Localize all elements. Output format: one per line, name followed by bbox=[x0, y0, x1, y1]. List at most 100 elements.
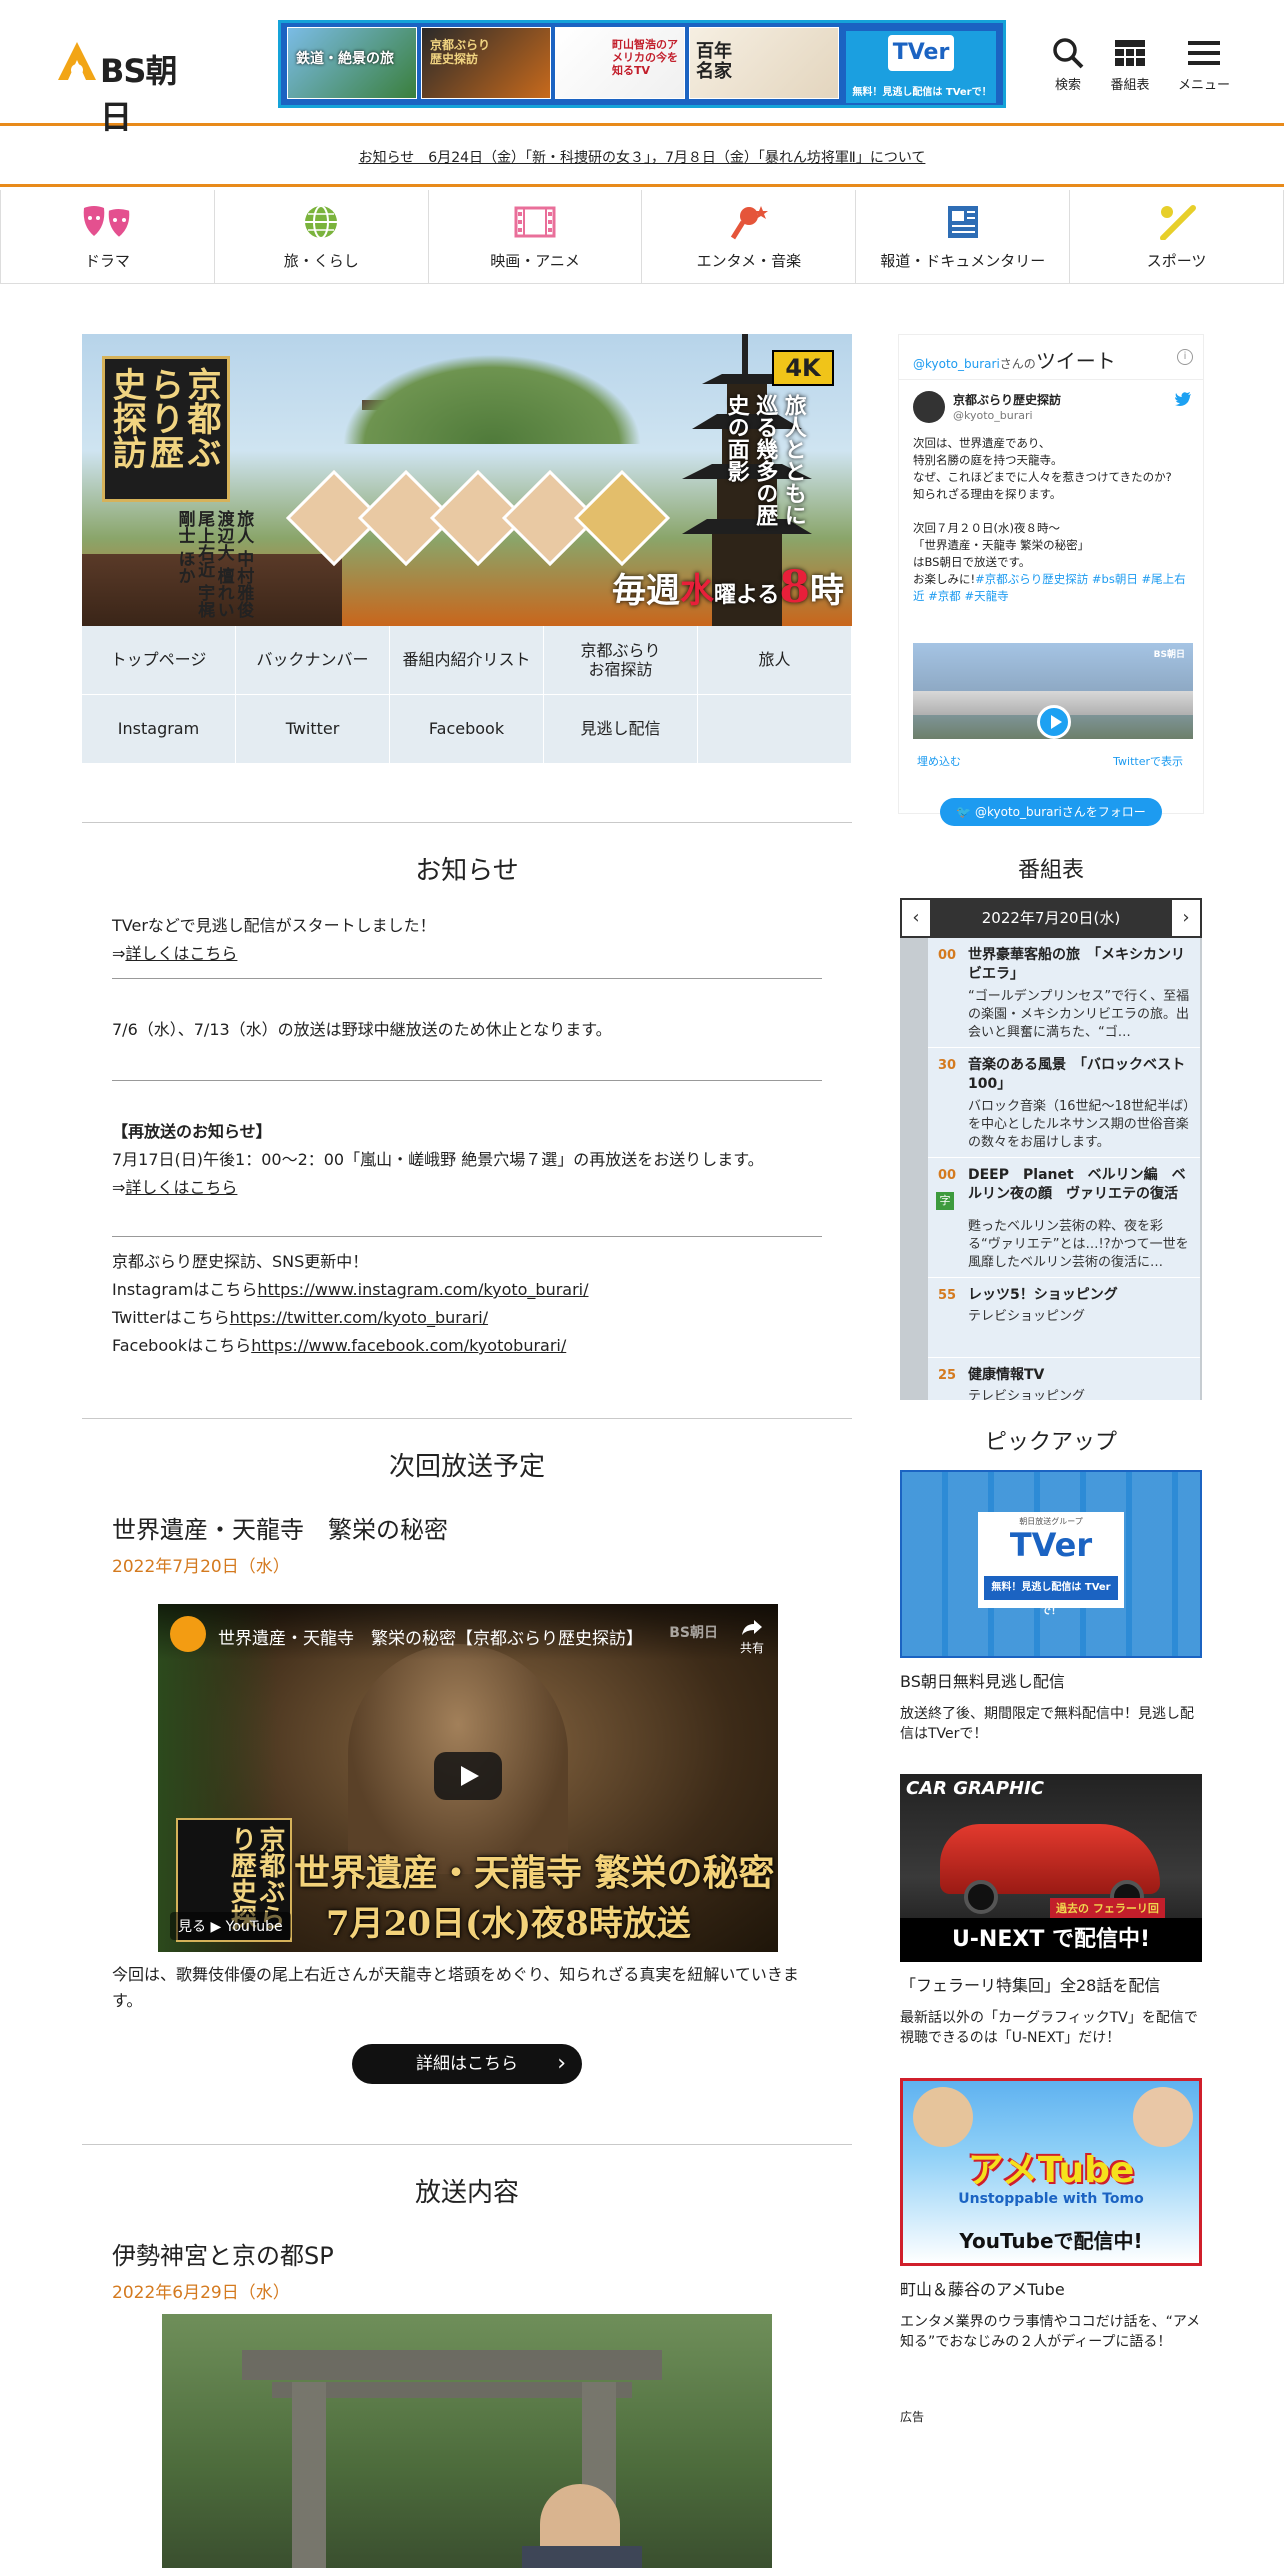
tweet-line: 次回は、世界遺産であり、 bbox=[913, 436, 1051, 450]
schedule-button[interactable]: 番組表 bbox=[1098, 36, 1162, 96]
torii-post bbox=[292, 2382, 326, 2568]
schedule-widget: ‹ 2022年7月20日(水) › 00 世界豪華客船の旅 「メキシカンリビエラ… bbox=[900, 898, 1202, 1400]
schedule-minute: 55 bbox=[938, 1288, 957, 1303]
category-drama[interactable]: ドラマ bbox=[0, 190, 215, 283]
menu-twitter[interactable]: Twitter bbox=[236, 695, 390, 764]
menu-catch-up[interactable]: 見逃し配信 bbox=[544, 695, 698, 764]
menu-back-number[interactable]: バックナンバー bbox=[236, 626, 390, 695]
section-divider bbox=[82, 2144, 852, 2145]
video-title[interactable]: 世界遺産・天龍寺 繁栄の秘密【京都ぶらり歴史探訪】 bbox=[218, 1624, 643, 1649]
top-banner-ad[interactable]: 鉄道・絶景の旅 京都ぶらり歴史探訪 町山智浩のアメリカの今を知るTV 百年名家 … bbox=[278, 20, 1006, 108]
schedule-next-button[interactable]: › bbox=[1172, 900, 1200, 936]
tweet-body: 次回は、世界遺産であり、 特別名勝の庭を持つ天龍寺。 なぜ、これほどまでに人々を… bbox=[913, 435, 1197, 605]
news-text: TVerなどで見逃し配信がスタートしました！ bbox=[112, 916, 436, 935]
banner-thumb-label: 鉄道・絶景の旅 bbox=[296, 51, 394, 67]
next-section-title: 次回放送予定 bbox=[388, 1452, 545, 1482]
banner-thumb-america: 町山智浩のアメリカの今を知るTV bbox=[555, 27, 685, 99]
share-button[interactable]: 共有 bbox=[740, 1618, 764, 1656]
pickup-description: 最新話以外の「カーグラフィックTV」を配信で視聴できるのは「U-NEXT」だけ！ bbox=[900, 2010, 1198, 2046]
tweet-author-name[interactable]: 京都ぶらり歴史探訪 bbox=[953, 391, 1061, 408]
logo-mark-icon bbox=[58, 42, 96, 80]
menu-label: メニュー bbox=[1177, 78, 1230, 93]
next-program-description: 今回は、歌舞伎俳優の尾上右近さんが天龍寺と塔頭をめぐり、知られざる真実を紐解いて… bbox=[112, 1965, 799, 2010]
youtube-video-player[interactable]: 世界遺産・天龍寺 繁栄の秘密【京都ぶらり歴史探訪】 共有 BS朝日 京都ぶらり歴… bbox=[158, 1604, 778, 1952]
schedule-prev-button[interactable]: ‹ bbox=[902, 900, 930, 936]
banner-tver: TVer 無料！見逃し配信は TVerで！ bbox=[846, 31, 996, 103]
info-icon[interactable]: i bbox=[1177, 349, 1193, 365]
airtime-prefix: 毎週 bbox=[612, 571, 681, 611]
schedule-item[interactable]: 55 レッツ5！ショッピング テレビショッピング bbox=[928, 1278, 1200, 1358]
news-item: 【再放送のお知らせ】 7月17日(日)午後1：00～2：00「嵐山・嵯峨野 絶景… bbox=[112, 1118, 822, 1202]
pickup-tver-image[interactable]: 朝日放送グループ TVer 無料！見逃し配信は TVerで！ bbox=[900, 1470, 1202, 1658]
broadcast-photo bbox=[162, 2314, 772, 2568]
details-button[interactable]: 詳細はこちら bbox=[352, 2044, 582, 2084]
unext-banner-text: U-NEXT で配信中! bbox=[900, 1918, 1202, 1962]
schedule-item[interactable]: 30 音楽のある風景 「バロックベスト100」 バロック音楽（16世紀～18世紀… bbox=[928, 1048, 1200, 1158]
watch-on-youtube-button[interactable]: 見る ▶ YouTube bbox=[170, 1912, 291, 1940]
pickup-caption[interactable]: 町山＆藤谷のアメTube bbox=[900, 2276, 1202, 2300]
banner-thumb-label: 百年名家 bbox=[696, 41, 732, 82]
host-face bbox=[1133, 2087, 1193, 2147]
twitter-link[interactable]: https://twitter.com/kyoto_burari/ bbox=[230, 1308, 488, 1327]
category-entertainment-music[interactable]: エンタメ・音楽 bbox=[642, 190, 857, 283]
hero-mountains bbox=[342, 354, 642, 444]
next-program-date: 2022年7月20日（水） bbox=[112, 1557, 290, 1577]
schedule-program-desc: “ゴールデンプリンセス”で行く、至福の楽園・メキシカンリビエラの旅。出会いと興奮… bbox=[968, 989, 1190, 1040]
bs-asahi-logo[interactable]: BS朝日 bbox=[56, 40, 206, 136]
menu-button[interactable]: メニュー bbox=[1172, 36, 1236, 96]
category-sports[interactable]: スポーツ bbox=[1070, 190, 1284, 283]
tweet-author-handle[interactable]: @kyoto_burari bbox=[953, 409, 1033, 422]
tweet-line: はBS朝日で放送です。 bbox=[913, 555, 1031, 569]
tweet-avatar[interactable] bbox=[913, 391, 945, 423]
news-detail-link[interactable]: 詳しくはこちら bbox=[125, 1178, 237, 1197]
embed-link[interactable]: 埋め込む bbox=[917, 753, 961, 769]
instagram-link[interactable]: https://www.instagram.com/kyoto_burari/ bbox=[257, 1280, 588, 1299]
notice-link[interactable]: お知らせ 6月24日（金）「新・科捜研の女３」，7月８日（金）「暴れん坊将軍Ⅱ」… bbox=[359, 150, 926, 166]
play-button[interactable] bbox=[434, 1752, 502, 1800]
play-icon[interactable] bbox=[1037, 705, 1071, 739]
menu-inn-visit[interactable]: 京都ぶらり お宿探訪 bbox=[544, 626, 698, 695]
facebook-link[interactable]: https://www.facebook.com/kyotoburari/ bbox=[251, 1336, 566, 1355]
menu-travelers[interactable]: 旅人 bbox=[698, 626, 852, 695]
category-movie-anime[interactable]: 映画・アニメ bbox=[429, 190, 643, 283]
schedule-title: 番組表 bbox=[1017, 858, 1084, 883]
category-label: エンタメ・音楽 bbox=[696, 252, 802, 270]
host-face bbox=[913, 2087, 973, 2147]
schedule-item[interactable]: 00 世界豪華客船の旅 「メキシカンリビエラ」 “ゴールデンプリンセス”で行く、… bbox=[928, 938, 1200, 1048]
cast-photo bbox=[573, 469, 671, 567]
tweet-video[interactable]: BS朝日 bbox=[913, 643, 1193, 739]
twitter-header-handle[interactable]: @kyoto_burari bbox=[913, 357, 1000, 371]
category-nav: ドラマ 旅・くらし 映画・アニメ エンタメ・音楽 報道・ドキュメンタリー スポー… bbox=[0, 190, 1284, 284]
news-item: 京都ぶらり歴史探訪、SNS更新中！ Instagramはこちらhttps://w… bbox=[112, 1248, 822, 1360]
pickup-caption[interactable]: 「フェラーリ特集回」全28話を配信 bbox=[900, 1972, 1202, 1996]
channel-logo-icon[interactable] bbox=[170, 1616, 206, 1652]
follow-label: @kyoto_burariさんをフォロー bbox=[974, 805, 1146, 819]
menu-top-page[interactable]: トップページ bbox=[82, 626, 236, 695]
schedule-program-name: DEEP Planet ベルリン編 ベルリン夜の顔 ヴァリエテの復活 bbox=[968, 1167, 1186, 1202]
pickup-caption[interactable]: BS朝日無料見逃し配信 bbox=[900, 1668, 1202, 1692]
schedule-item[interactable]: 00 字 DEEP Planet ベルリン編 ベルリン夜の顔 ヴァリエテの復活 … bbox=[928, 1158, 1200, 1278]
schedule-program-desc: テレビショッピング bbox=[968, 1309, 1086, 1324]
tweet-line: 特別名勝の庭を持つ天龍寺。 bbox=[913, 453, 1063, 467]
hero-subtitle: 旅人とともに巡る幾多の歴史の面影 bbox=[723, 394, 807, 526]
ametube-logo: アメTube bbox=[967, 2150, 1135, 2191]
ad-label: 広告 bbox=[900, 2410, 925, 2424]
pickup-ametube-image[interactable]: アメTube Unstoppable with Tomo YouTubeで配信中… bbox=[900, 2078, 1202, 2266]
airtime-mid: 曜よる bbox=[714, 582, 780, 608]
ametube-subtitle: Unstoppable with Tomo bbox=[958, 2191, 1144, 2207]
schedule-minute: 25 bbox=[938, 1368, 957, 1383]
car-graphic-logo: CAR GRAPHIC bbox=[906, 1778, 1044, 1799]
schedule-item[interactable]: 25 健康情報TV テレビショッピング bbox=[928, 1358, 1200, 1400]
menu-instagram[interactable]: Instagram bbox=[82, 695, 236, 764]
menu-intro-list[interactable]: 番組内紹介リスト bbox=[390, 626, 544, 695]
pickup-unext-image[interactable]: CAR GRAPHIC 過去の フェラーリ回 U-NEXT で配信中! bbox=[900, 1774, 1202, 1962]
search-button[interactable]: 検索 bbox=[1036, 36, 1100, 96]
news-detail-link[interactable]: 詳しくはこちら bbox=[125, 944, 237, 963]
category-travel[interactable]: 旅・くらし bbox=[215, 190, 429, 283]
microphone-star-icon bbox=[730, 206, 768, 240]
view-on-twitter-link[interactable]: Twitterで表示 bbox=[1113, 753, 1183, 769]
follow-button[interactable]: 🐦 @kyoto_burariさんをフォロー bbox=[940, 798, 1162, 826]
category-news-documentary[interactable]: 報道・ドキュメンタリー bbox=[856, 190, 1071, 283]
share-label: 共有 bbox=[739, 1641, 764, 1655]
menu-facebook[interactable]: Facebook bbox=[390, 695, 544, 764]
